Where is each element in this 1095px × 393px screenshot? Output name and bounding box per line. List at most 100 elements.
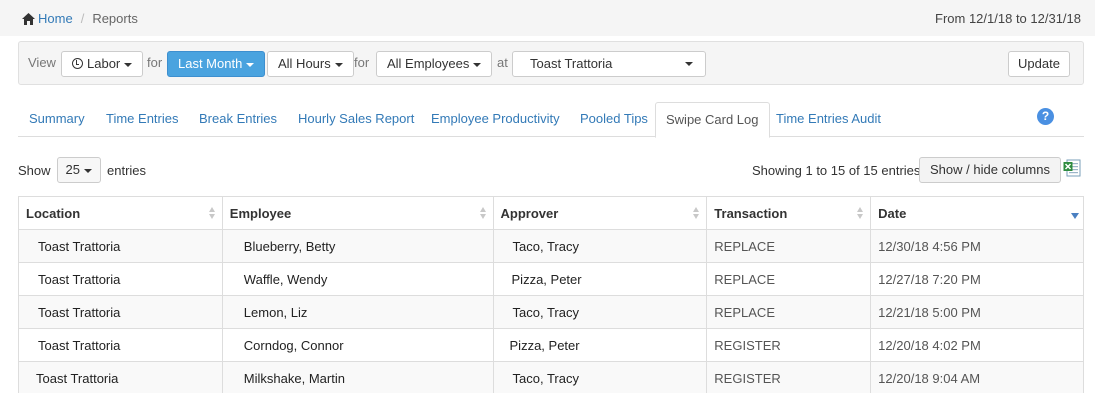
cell-transaction: REPLACE: [706, 295, 872, 329]
employees-dropdown-value: All Employees: [387, 56, 470, 71]
chevron-down-icon: [334, 62, 343, 67]
show-hide-columns-button[interactable]: Show / hide columns: [919, 157, 1061, 183]
column-header-employee[interactable]: Employee: [221, 196, 494, 230]
cell-approver: Pizza, Peter: [492, 262, 708, 296]
cell-location: Toast Trattoria: [18, 229, 223, 263]
chevron-down-icon: [685, 62, 693, 66]
tab-time-entries[interactable]: Time Entries: [106, 102, 178, 137]
period-dropdown[interactable]: Last Month: [167, 51, 266, 77]
cell-location: Toast Trattoria: [18, 328, 223, 362]
period-dropdown-value: Last Month: [178, 56, 243, 71]
chevron-down-icon: [473, 62, 482, 67]
cell-text: Taco, Tracy: [512, 238, 579, 254]
tab-pooled-tips[interactable]: Pooled Tips: [580, 102, 648, 137]
page-length-dropdown[interactable]: 25: [56, 157, 101, 183]
excel-export-icon[interactable]: [1063, 159, 1081, 177]
cell-date: 12/20/18 4:02 PM: [870, 328, 1084, 362]
sort-icon: [693, 207, 700, 220]
view-dropdown[interactable]: Labor: [61, 51, 144, 77]
table-row[interactable]: Toast Trattoria Blueberry, Betty Taco, T…: [18, 229, 1084, 263]
cell-text: Milkshake, Martin: [243, 370, 345, 386]
hours-dropdown[interactable]: All Hours: [267, 51, 354, 77]
cell-transaction: REGISTER: [706, 361, 872, 393]
sort-descending-icon: [1071, 213, 1079, 219]
cell-text: Lemon, Liz: [243, 304, 308, 320]
sort-icon: [479, 207, 487, 220]
tab-time-entries-audit[interactable]: Time Entries Audit: [776, 102, 881, 137]
cell-approver: Pizza, Peter: [492, 328, 708, 362]
cell-text: Waffle, Wendy: [243, 271, 328, 287]
cell-transaction: REGISTER: [706, 328, 872, 362]
cell-date: 12/21/18 5:00 PM: [870, 295, 1084, 329]
table-header-row: Location Employee Approver Transaction D…: [18, 196, 1084, 230]
location-dropdown[interactable]: Toast Trattoria: [512, 51, 706, 77]
tab-employee-productivity[interactable]: Employee Productivity: [431, 102, 560, 137]
breadcrumb-current: Reports: [92, 11, 138, 26]
cell-text: Pizza, Peter: [509, 337, 580, 353]
column-header-location[interactable]: Location: [18, 196, 223, 230]
cell-approver: Taco, Tracy: [492, 361, 708, 393]
filter-bar: View Labor for Last Month All Hours for …: [18, 41, 1084, 85]
column-header-date[interactable]: Date: [870, 196, 1084, 230]
column-header-transaction[interactable]: Transaction: [706, 196, 872, 230]
cell-text: Taco, Tracy: [512, 304, 579, 320]
cell-location: Toast Trattoria: [18, 361, 223, 393]
cell-transaction: REPLACE: [706, 262, 872, 296]
page-length-value: 25: [65, 162, 80, 177]
for-label: for: [147, 55, 163, 70]
breadcrumb-home-link[interactable]: Home: [38, 11, 73, 26]
cell-approver: Taco, Tracy: [492, 295, 708, 329]
tab-summary[interactable]: Summary: [29, 102, 85, 137]
cell-text: Toast Trattoria: [38, 238, 121, 254]
at-label: at: [497, 55, 508, 70]
home-icon[interactable]: [22, 12, 35, 25]
cell-employee: Corndog, Connor: [221, 328, 494, 362]
view-label: View: [28, 55, 56, 70]
cell-employee: Blueberry, Betty: [221, 229, 494, 263]
sort-icon: [857, 207, 864, 220]
cell-employee: Waffle, Wendy: [221, 262, 494, 296]
cell-location: Toast Trattoria: [18, 262, 223, 296]
swipe-card-log-table: Location Employee Approver Transaction D…: [18, 196, 1084, 393]
cell-date: 12/27/18 7:20 PM: [870, 262, 1084, 296]
tab-swipe-card-log[interactable]: Swipe Card Log: [655, 102, 770, 138]
cell-text: Toast Trattoria: [38, 304, 121, 320]
chevron-down-icon: [124, 62, 133, 67]
table-row[interactable]: Toast Trattoria Milkshake, Martin Taco, …: [18, 361, 1084, 393]
column-header-label: Employee: [229, 205, 292, 221]
cell-date: 12/20/18 9:04 AM: [870, 361, 1084, 393]
column-header-approver[interactable]: Approver: [492, 196, 708, 230]
cell-location: Toast Trattoria: [18, 295, 223, 329]
cell-employee: Milkshake, Martin: [221, 361, 494, 393]
breadcrumb: Home / Reports: [22, 11, 138, 26]
employees-dropdown[interactable]: All Employees: [376, 51, 493, 77]
update-button[interactable]: Update: [1008, 51, 1070, 77]
for-label-2: for: [354, 55, 370, 70]
table-row[interactable]: Toast Trattoria Waffle, Wendy Pizza, Pet…: [18, 262, 1084, 296]
cell-text: Toast Trattoria: [38, 271, 121, 287]
cell-text: Corndog, Connor: [243, 337, 344, 353]
cell-text: Toast Trattoria: [38, 337, 121, 353]
tab-break-entries[interactable]: Break Entries: [199, 102, 277, 137]
cell-text: Toast Trattoria: [36, 370, 119, 386]
entries-label: entries: [107, 162, 147, 178]
cell-approver: Taco, Tracy: [492, 229, 708, 263]
cell-text: Taco, Tracy: [512, 370, 579, 386]
top-bar: Home / Reports From 12/1/18 to 12/31/18: [0, 0, 1095, 36]
location-dropdown-value: Toast Trattoria: [530, 56, 613, 71]
table-row[interactable]: Toast Trattoria Lemon, Liz Taco, Tracy R…: [18, 295, 1084, 329]
column-header-label: Approver: [500, 205, 559, 221]
column-header-label: Date: [878, 205, 907, 221]
cell-text: Blueberry, Betty: [243, 238, 336, 254]
help-icon[interactable]: ?: [1037, 108, 1054, 125]
cell-employee: Lemon, Liz: [221, 295, 494, 329]
column-header-label: Location: [26, 205, 81, 221]
table-row[interactable]: Toast Trattoria Corndog, Connor Pizza, P…: [18, 328, 1084, 362]
report-tabs: Summary Time Entries Break Entries Hourl…: [18, 102, 1084, 138]
sort-icon: [208, 207, 216, 220]
chevron-down-icon: [246, 62, 255, 67]
tab-hourly-sales-report[interactable]: Hourly Sales Report: [298, 102, 414, 137]
chevron-down-icon: [84, 168, 92, 173]
cell-text: Pizza, Peter: [511, 271, 582, 287]
cell-transaction: REPLACE: [706, 229, 872, 263]
